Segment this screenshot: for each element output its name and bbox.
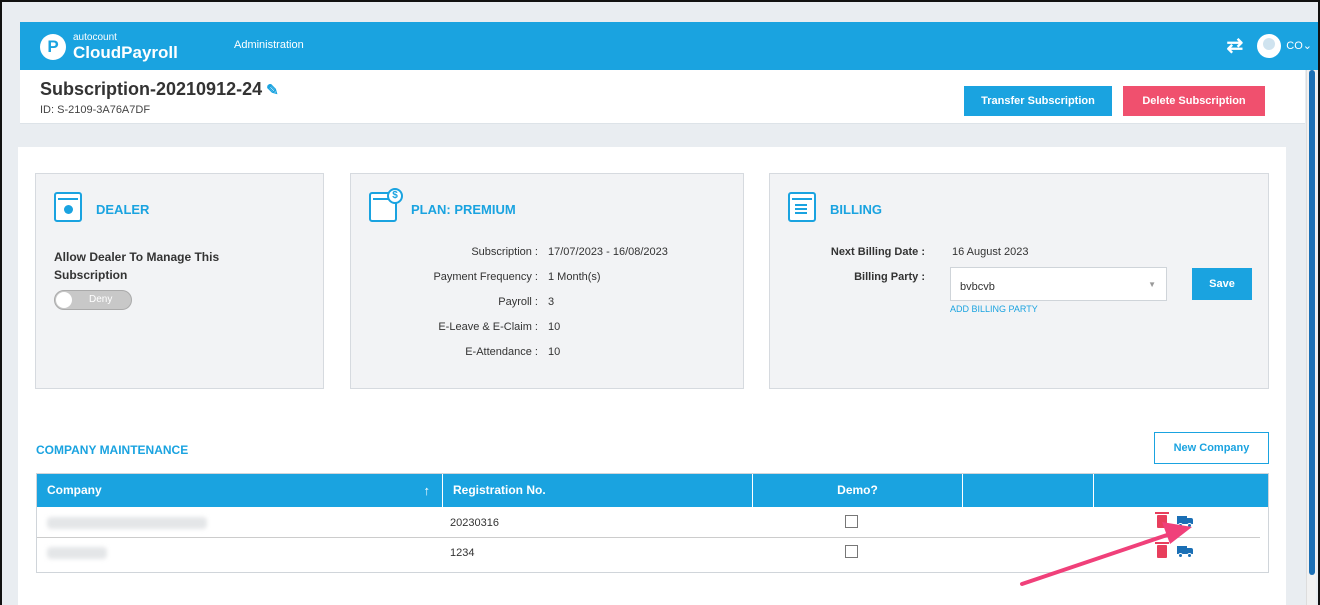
trash-icon[interactable] [1155, 512, 1169, 528]
caret-down-icon: ▼ [1148, 280, 1156, 289]
transfer-subscription-button[interactable]: Transfer Subscription [964, 86, 1112, 116]
app-frame: P autocount CloudPayroll Administration … [0, 0, 1320, 605]
plan-panel: $ PLAN: PREMIUM Subscription : 17/07/202… [350, 173, 744, 389]
column-header-demo[interactable]: Demo? [753, 474, 963, 507]
new-company-button[interactable]: New Company [1154, 432, 1269, 464]
save-button[interactable]: Save [1192, 268, 1252, 300]
company-name-redacted [47, 547, 107, 559]
table-row[interactable]: 20230316 [37, 508, 1260, 538]
trash-icon[interactable] [1155, 542, 1169, 558]
billing-document-icon [788, 192, 816, 222]
page-header: Subscription-20210912-24 ✎ ID: S-2109-3A7… [20, 70, 1305, 124]
allow-dealer-label: Allow Dealer To Manage This Subscription [54, 250, 220, 282]
dealer-settings-icon [54, 192, 82, 222]
plan-title: PLAN: PREMIUM [411, 202, 516, 217]
user-menu[interactable]: CO⌄ [1286, 39, 1312, 52]
logo-big-text: CloudPayroll [73, 43, 178, 62]
dealer-panel: DEALER Allow Dealer To Manage This Subsc… [35, 173, 324, 389]
allow-dealer-toggle[interactable]: Deny [54, 290, 132, 310]
registration-no: 20230316 [450, 517, 499, 529]
dealer-title: DEALER [96, 202, 150, 217]
truck-icon[interactable] [1177, 546, 1193, 558]
user-initials: CO [1286, 40, 1303, 52]
top-navbar: P autocount CloudPayroll Administration … [20, 22, 1318, 70]
add-billing-party-link[interactable]: ADD BILLING PARTY [950, 304, 1038, 314]
column-header-actions [1094, 474, 1270, 507]
billing-title: BILLING [830, 202, 882, 217]
table-row[interactable]: 1234 [37, 538, 1260, 568]
truck-icon[interactable] [1177, 516, 1193, 528]
app-logo[interactable]: P autocount CloudPayroll [40, 32, 178, 61]
subscription-id: ID: S-2109-3A76A7DF [40, 104, 151, 116]
registration-no: 1234 [450, 547, 475, 559]
billing-party-value: bvbcvb [960, 281, 995, 293]
column-header-empty [963, 474, 1094, 507]
avatar[interactable] [1257, 33, 1282, 58]
plan-dollar-icon: $ [369, 188, 403, 222]
column-header-registration[interactable]: Registration No. [443, 474, 753, 507]
billing-panel: BILLING Next Billing Date : 16 August 20… [769, 173, 1269, 389]
pencil-icon[interactable]: ✎ [266, 82, 279, 99]
page-title: Subscription-20210912-24 [40, 79, 263, 99]
scrollbar[interactable] [1306, 70, 1316, 605]
delete-subscription-button[interactable]: Delete Subscription [1123, 86, 1265, 116]
demo-checkbox[interactable] [845, 515, 858, 528]
company-maintenance-title: COMPANY MAINTENANCE [36, 443, 189, 457]
table-header: Company ↑ Registration No. Demo? [37, 474, 1268, 507]
sort-arrow-icon[interactable]: ↑ [424, 474, 431, 507]
billing-party-select[interactable]: bvbcvb ▼ [950, 267, 1167, 301]
company-name-redacted [47, 517, 207, 529]
toggle-knob [56, 292, 72, 308]
logo-badge: P [40, 33, 66, 60]
company-table: Company ↑ Registration No. Demo? 2023031… [36, 473, 1269, 573]
chevron-down-icon: ⌄ [1302, 40, 1312, 52]
column-header-company[interactable]: Company ↑ [37, 474, 443, 507]
nav-administration[interactable]: Administration [234, 39, 304, 51]
main-card: DEALER Allow Dealer To Manage This Subsc… [18, 147, 1286, 605]
swap-icon[interactable]: ⇄ [1227, 33, 1244, 58]
demo-checkbox[interactable] [845, 545, 858, 558]
scrollbar-thumb[interactable] [1309, 70, 1315, 575]
toggle-text: Deny [89, 294, 113, 305]
